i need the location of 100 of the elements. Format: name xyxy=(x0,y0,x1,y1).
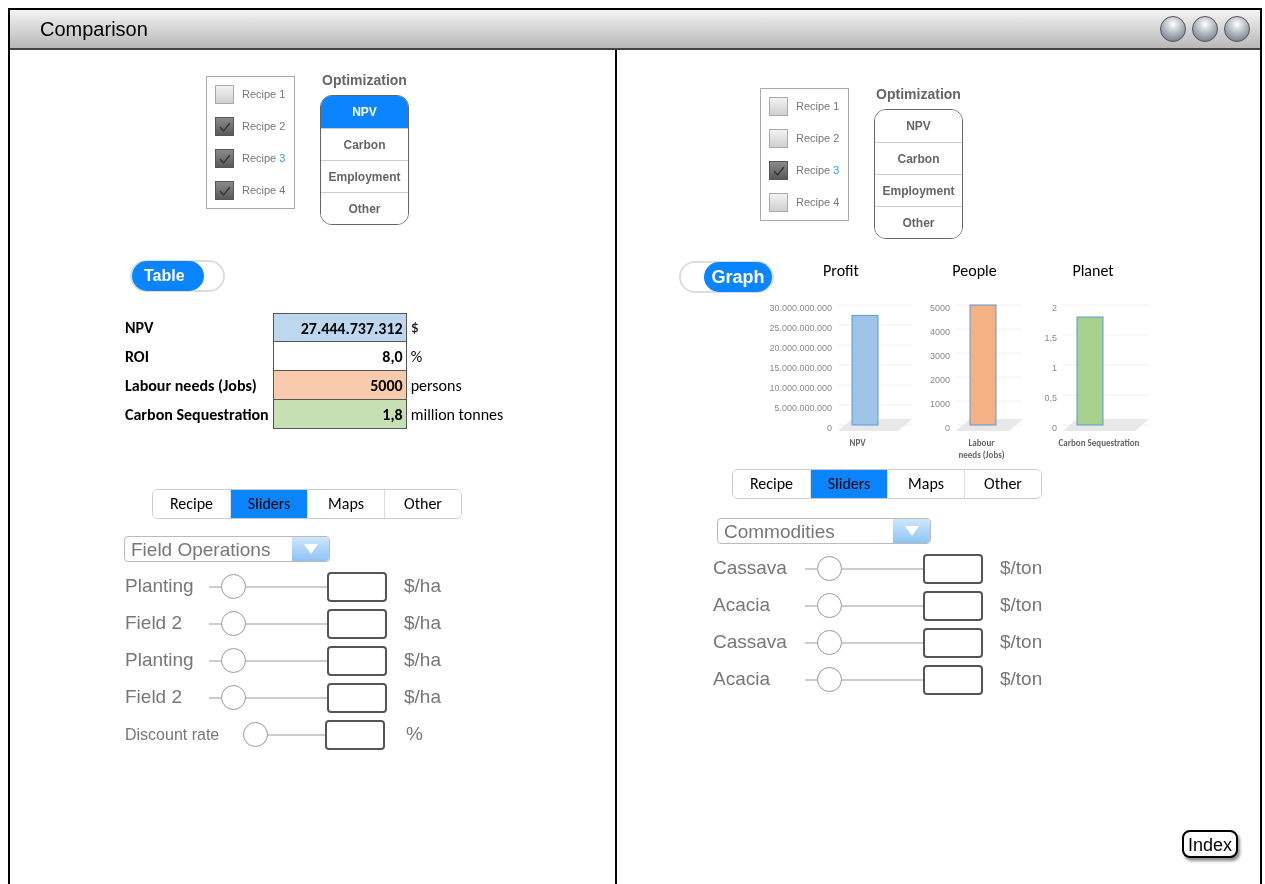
metric-label: NPV xyxy=(125,317,155,339)
option-item[interactable]: Other xyxy=(875,206,962,238)
metric-unit: $ xyxy=(409,317,420,339)
category-label: Labour needs (Jobs) xyxy=(957,437,1006,461)
value-field[interactable] xyxy=(327,682,387,713)
checkbox-label: Recipe 4 xyxy=(242,183,286,199)
tab[interactable]: Sliders xyxy=(810,470,887,498)
slider-label: Acacia xyxy=(713,593,772,618)
unit-label: $/ha xyxy=(403,574,441,599)
toggle-knob: Table xyxy=(132,261,204,291)
axis-tick-label: 2 xyxy=(1052,303,1057,313)
axis-tick-label: 4000 xyxy=(929,327,950,337)
check-icon xyxy=(218,185,231,196)
category-label: NPV xyxy=(849,437,866,449)
unit-label: $/ton xyxy=(999,630,1043,655)
value-field[interactable] xyxy=(325,719,385,750)
dropdown[interactable]: Commodities xyxy=(717,518,931,544)
window-title: Comparison xyxy=(40,17,148,42)
metric-unit: % xyxy=(409,346,424,368)
chart-title: People xyxy=(952,260,997,282)
slider-thumb[interactable] xyxy=(220,685,246,710)
slider-thumb[interactable] xyxy=(220,611,246,636)
axis-tick-label: 10.000.000.000 xyxy=(769,383,832,393)
slider-label: Cassava xyxy=(713,630,788,655)
axis-tick-label: 30.000.000.000 xyxy=(769,303,832,313)
axis-tick-label: 0 xyxy=(1052,423,1057,433)
slider-thumb[interactable] xyxy=(816,630,842,655)
checkbox-label: Recipe 3 xyxy=(242,151,286,167)
axis-tick-label: 1,5 xyxy=(1044,333,1057,343)
option-item[interactable]: Other xyxy=(321,192,408,224)
value-field[interactable] xyxy=(923,627,983,658)
checkbox[interactable] xyxy=(769,129,788,148)
metric-unit: persons xyxy=(409,375,463,397)
axis-tick-label: 15.000.000.000 xyxy=(769,363,832,373)
option-item[interactable]: NPV xyxy=(321,96,408,128)
axis-tick-label: 1 xyxy=(1052,363,1057,373)
tab[interactable]: Sliders xyxy=(230,490,307,518)
checkbox[interactable] xyxy=(215,149,234,168)
slider-thumb[interactable] xyxy=(220,574,246,599)
checkbox[interactable] xyxy=(769,193,788,212)
metric-value: 27.444.737.312 xyxy=(272,313,407,342)
metric-value: 5000 xyxy=(272,371,407,400)
slider-thumb[interactable] xyxy=(816,556,842,581)
value-field[interactable] xyxy=(327,608,387,639)
view-toggle[interactable]: Graph xyxy=(679,261,774,293)
check-icon xyxy=(772,165,785,176)
window-control-button[interactable] xyxy=(1192,16,1218,42)
axis-tick-label: 5000 xyxy=(929,303,950,313)
checkbox-label: Recipe 4 xyxy=(796,195,840,211)
metric-value: 1,8 xyxy=(272,400,407,429)
view-toggle[interactable]: Table xyxy=(130,260,225,292)
slider-label: Discount rate xyxy=(125,724,221,745)
optimization-title: Optimization xyxy=(876,85,961,104)
unit-label: $/ha xyxy=(403,685,441,710)
slider-thumb[interactable] xyxy=(816,593,842,618)
metric-label: ROI xyxy=(125,346,150,368)
slider-thumb[interactable] xyxy=(816,667,842,692)
checkbox[interactable] xyxy=(215,117,234,136)
value-field[interactable] xyxy=(923,590,983,621)
checkbox[interactable] xyxy=(215,85,234,104)
unit-label: $/ton xyxy=(999,593,1043,618)
checkbox[interactable] xyxy=(769,97,788,116)
unit-label: $/ton xyxy=(999,556,1043,581)
slider-label: Planting xyxy=(125,648,195,673)
index-button[interactable]: Index xyxy=(1181,830,1238,858)
metric-label: Labour needs (Jobs) xyxy=(125,375,258,397)
axis-tick-label: 2000 xyxy=(929,375,950,385)
axis-tick-label: 3000 xyxy=(929,351,950,361)
unit-label: $/ha xyxy=(403,648,441,673)
slider-label: Field 2 xyxy=(125,611,184,636)
unit-label: % xyxy=(405,722,423,747)
checkbox-label: Recipe 2 xyxy=(796,131,840,147)
window-control-button[interactable] xyxy=(1224,16,1250,42)
slider-label: Field 2 xyxy=(125,685,184,710)
checkbox-label: Recipe 1 xyxy=(796,99,840,115)
axis-tick-label: 0,5 xyxy=(1044,393,1057,403)
chart-title: Planet xyxy=(1072,260,1114,282)
value-field[interactable] xyxy=(923,664,983,695)
tab[interactable]: Other xyxy=(384,490,461,518)
axis-tick-label: 1000 xyxy=(929,399,950,409)
value-field[interactable] xyxy=(327,645,387,676)
window-control-button[interactable] xyxy=(1160,16,1186,42)
axis-tick-label: 0 xyxy=(827,423,832,433)
checkbox-label: Recipe 1 xyxy=(242,87,286,103)
checkbox[interactable] xyxy=(215,181,234,200)
dropdown[interactable]: Field Operations xyxy=(124,536,330,562)
metric-label: Carbon Sequestration xyxy=(125,404,270,426)
slider-label: Acacia xyxy=(713,667,772,692)
slider-thumb[interactable] xyxy=(220,648,246,673)
axis-tick-label: 5.000.000.000 xyxy=(774,403,832,413)
checkbox[interactable] xyxy=(769,161,788,180)
value-field[interactable] xyxy=(923,553,983,584)
chart-title: Profit xyxy=(823,260,859,282)
tab[interactable]: Other xyxy=(964,470,1041,498)
axis-tick-label: 20.000.000.000 xyxy=(769,343,832,353)
slider-thumb[interactable] xyxy=(243,722,269,747)
slider-label: Planting xyxy=(125,574,195,599)
unit-label: $/ton xyxy=(999,667,1043,692)
value-field[interactable] xyxy=(327,571,387,602)
checkbox-label: Recipe 3 xyxy=(796,163,840,179)
